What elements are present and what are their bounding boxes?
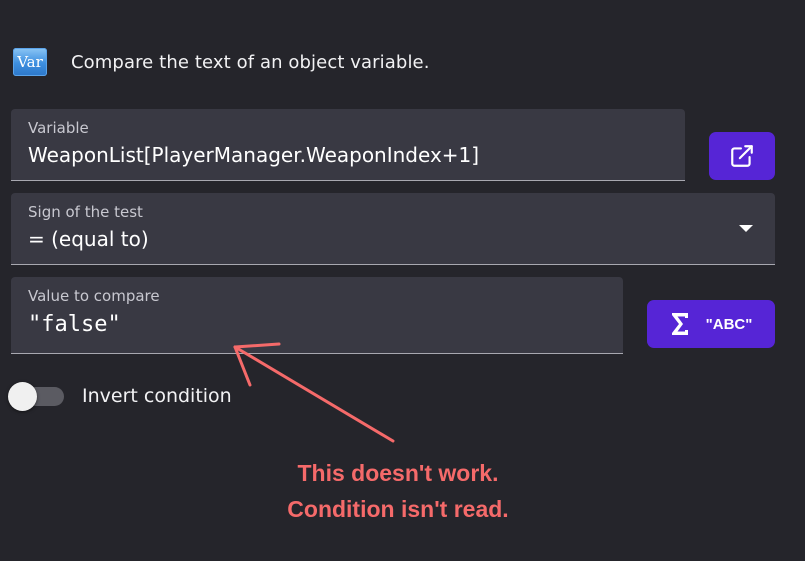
annotation-line-1: This doesn't work. [297,460,499,486]
annotation-line-2: Condition isn't read. [287,496,509,522]
annotation-note: This doesn't work. Condition isn't read. [240,455,556,527]
